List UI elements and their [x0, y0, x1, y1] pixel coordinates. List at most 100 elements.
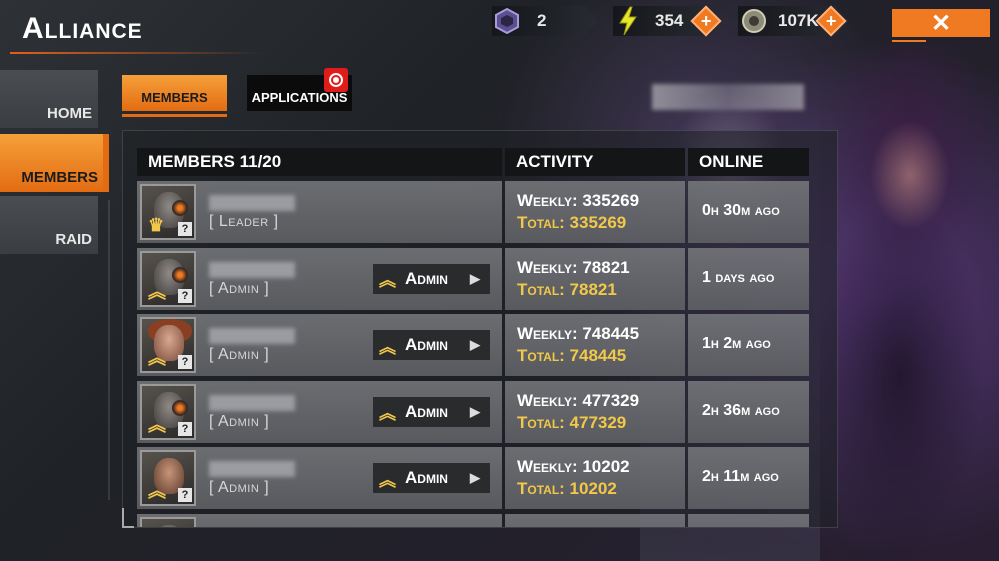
help-icon: ?: [178, 222, 192, 236]
title-underline: [10, 52, 265, 54]
member-cell: ︽ ? [ Admin ] ︽ Admin ▶: [137, 447, 502, 509]
page-title: Alliance: [22, 12, 143, 45]
member-cell: ♛ ? [ Leader ]: [137, 181, 502, 243]
members-header: MEMBERS 11/20: [137, 148, 502, 176]
member-row[interactable]: ︽ ? [ Admin ] ︽ Admin ▶ Weekly: 748445 T…: [137, 314, 809, 376]
weekly-activity: Weekly: 78821: [517, 257, 630, 277]
sidebar-item-members[interactable]: MEMBERS: [0, 134, 104, 192]
weekly-activity: Weekly: 748445: [517, 324, 640, 343]
member-row[interactable]: ︽ ? [ Admin ] ︽ Admin ▶ Weekly: 10202 To…: [137, 447, 809, 509]
member-avatar[interactable]: ︽ ?: [140, 450, 196, 506]
online-cell: 1h 2m ago: [688, 314, 809, 376]
total-activity: Total: 335269: [517, 213, 627, 232]
rank-chevron-icon: ︽: [148, 281, 166, 302]
record-icon: [329, 73, 343, 87]
help-icon: ?: [178, 488, 192, 502]
activity-cell: Weekly: 335269 Total: 335269: [505, 181, 685, 243]
member-row-partial[interactable]: ︽ ?: [137, 513, 809, 527]
admin-button-label: Admin: [405, 401, 448, 421]
help-icon: ?: [178, 288, 192, 303]
close-button[interactable]: ✕: [892, 9, 990, 37]
caret-right-icon: ▶: [470, 470, 480, 485]
admin-button[interactable]: ︽ Admin ▶: [373, 263, 490, 294]
member-row[interactable]: ︽ ? [ Admin ] ︽ Admin ▶ Weekly: 78821 To…: [137, 247, 809, 310]
members-header-label: MEMBERS 11/20: [148, 152, 282, 171]
hex-token-icon: [494, 8, 520, 34]
activity-header-label: ACTIVITY: [516, 152, 594, 171]
activity-cell: Weekly: 477329 Total: 477329: [505, 380, 685, 443]
weekly-activity: Weekly: 335269: [517, 191, 640, 210]
credits-value: 107K: [778, 11, 819, 30]
caret-right-icon: ▶: [470, 270, 480, 286]
weekly-activity: Weekly: 477329: [517, 390, 640, 410]
member-cell: ︽ ? [ Admin ] ︽ Admin ▶: [137, 247, 502, 310]
energy-value: 354: [655, 11, 684, 30]
admin-button[interactable]: ︽ Admin ▶: [373, 463, 490, 493]
member-name-redacted: [209, 394, 295, 411]
admin-button[interactable]: ︽ Admin ▶: [373, 396, 490, 427]
sidebar-item-raid[interactable]: RAID: [0, 196, 98, 254]
chevron-up-icon: ︽: [379, 470, 396, 490]
help-icon: ?: [178, 421, 192, 436]
notification-badge: [324, 68, 348, 92]
member-rank: [ Admin ]: [209, 279, 270, 297]
rank-chevron-icon: ︽: [148, 481, 166, 501]
tab-label: MEMBERS: [141, 90, 208, 105]
rank-chevron-icon: ︽: [148, 414, 166, 435]
member-avatar[interactable]: ♛ ?: [140, 184, 196, 240]
activity-header: ACTIVITY: [505, 148, 685, 176]
member-avatar[interactable]: ︽ ?: [140, 516, 196, 527]
admin-button[interactable]: ︽ Admin ▶: [373, 330, 490, 360]
member-rank: [ Admin ]: [209, 346, 270, 363]
admin-button-label: Admin: [405, 335, 448, 354]
member-cell: ︽ ?: [137, 513, 502, 527]
activity-cell: [505, 513, 685, 527]
tab-active-underline: [122, 114, 227, 117]
weekly-activity: Weekly: 10202: [517, 457, 630, 476]
caret-right-icon: ▶: [470, 337, 480, 352]
member-avatar[interactable]: ︽ ?: [140, 250, 196, 307]
online-cell: 2h 11m ago: [688, 447, 809, 509]
member-row[interactable]: ︽ ? [ Admin ] ︽ Admin ▶ Weekly: 477329 T…: [137, 380, 809, 443]
lightning-icon: [617, 6, 639, 36]
tokens-value: 2: [537, 11, 547, 30]
member-rank: [ Leader ]: [209, 213, 279, 230]
total-activity: Total: 477329: [517, 412, 627, 432]
online-cell: 0h 30m ago: [688, 181, 809, 243]
close-icon: ✕: [930, 9, 952, 37]
sidebar-item-label: RAID: [55, 231, 92, 248]
member-name-redacted: [209, 328, 295, 344]
activity-cell: Weekly: 10202 Total: 10202: [505, 447, 685, 509]
admin-button-label: Admin: [405, 468, 448, 487]
member-rank: [ Admin ]: [209, 412, 270, 430]
coin-icon: [741, 8, 767, 34]
sidebar-item-label: MEMBERS: [21, 169, 98, 186]
last-online: 2h 11m ago: [702, 468, 779, 485]
online-cell: 1 days ago: [688, 247, 809, 310]
sidebar-decoration: [96, 200, 110, 500]
total-activity: Total: 10202: [517, 479, 617, 498]
sidebar-item-home[interactable]: HOME: [0, 70, 98, 128]
member-cell: ︽ ? [ Admin ] ︽ Admin ▶: [137, 314, 502, 376]
member-cell: ︽ ? [ Admin ] ︽ Admin ▶: [137, 380, 502, 443]
tab-label: APPLICATIONS: [251, 90, 348, 105]
total-activity: Total: 78821: [517, 279, 617, 299]
last-online: 2h 36m ago: [702, 401, 780, 419]
member-row[interactable]: ♛ ? [ Leader ] Weekly: 335269 Total: 335…: [137, 181, 809, 243]
total-activity: Total: 748445: [517, 346, 627, 365]
last-online: 0h 30m ago: [702, 202, 780, 219]
online-header: ONLINE: [688, 148, 809, 176]
member-avatar[interactable]: ︽ ?: [140, 317, 196, 373]
activity-cell: Weekly: 748445 Total: 748445: [505, 314, 685, 376]
activity-cell: Weekly: 78821 Total: 78821: [505, 247, 685, 310]
player-name-redacted: [652, 84, 804, 110]
member-avatar[interactable]: ︽ ?: [140, 383, 196, 440]
admin-button-label: Admin: [405, 268, 448, 288]
online-header-label: ONLINE: [699, 152, 764, 171]
chevron-up-icon: ︽: [379, 271, 396, 290]
chevron-up-icon: ︽: [379, 337, 396, 357]
help-icon: ?: [178, 355, 192, 369]
members-list[interactable]: ♛ ? [ Leader ] Weekly: 335269 Total: 335…: [137, 181, 809, 527]
tab-members[interactable]: MEMBERS: [122, 75, 227, 111]
caret-right-icon: ▶: [470, 403, 480, 419]
